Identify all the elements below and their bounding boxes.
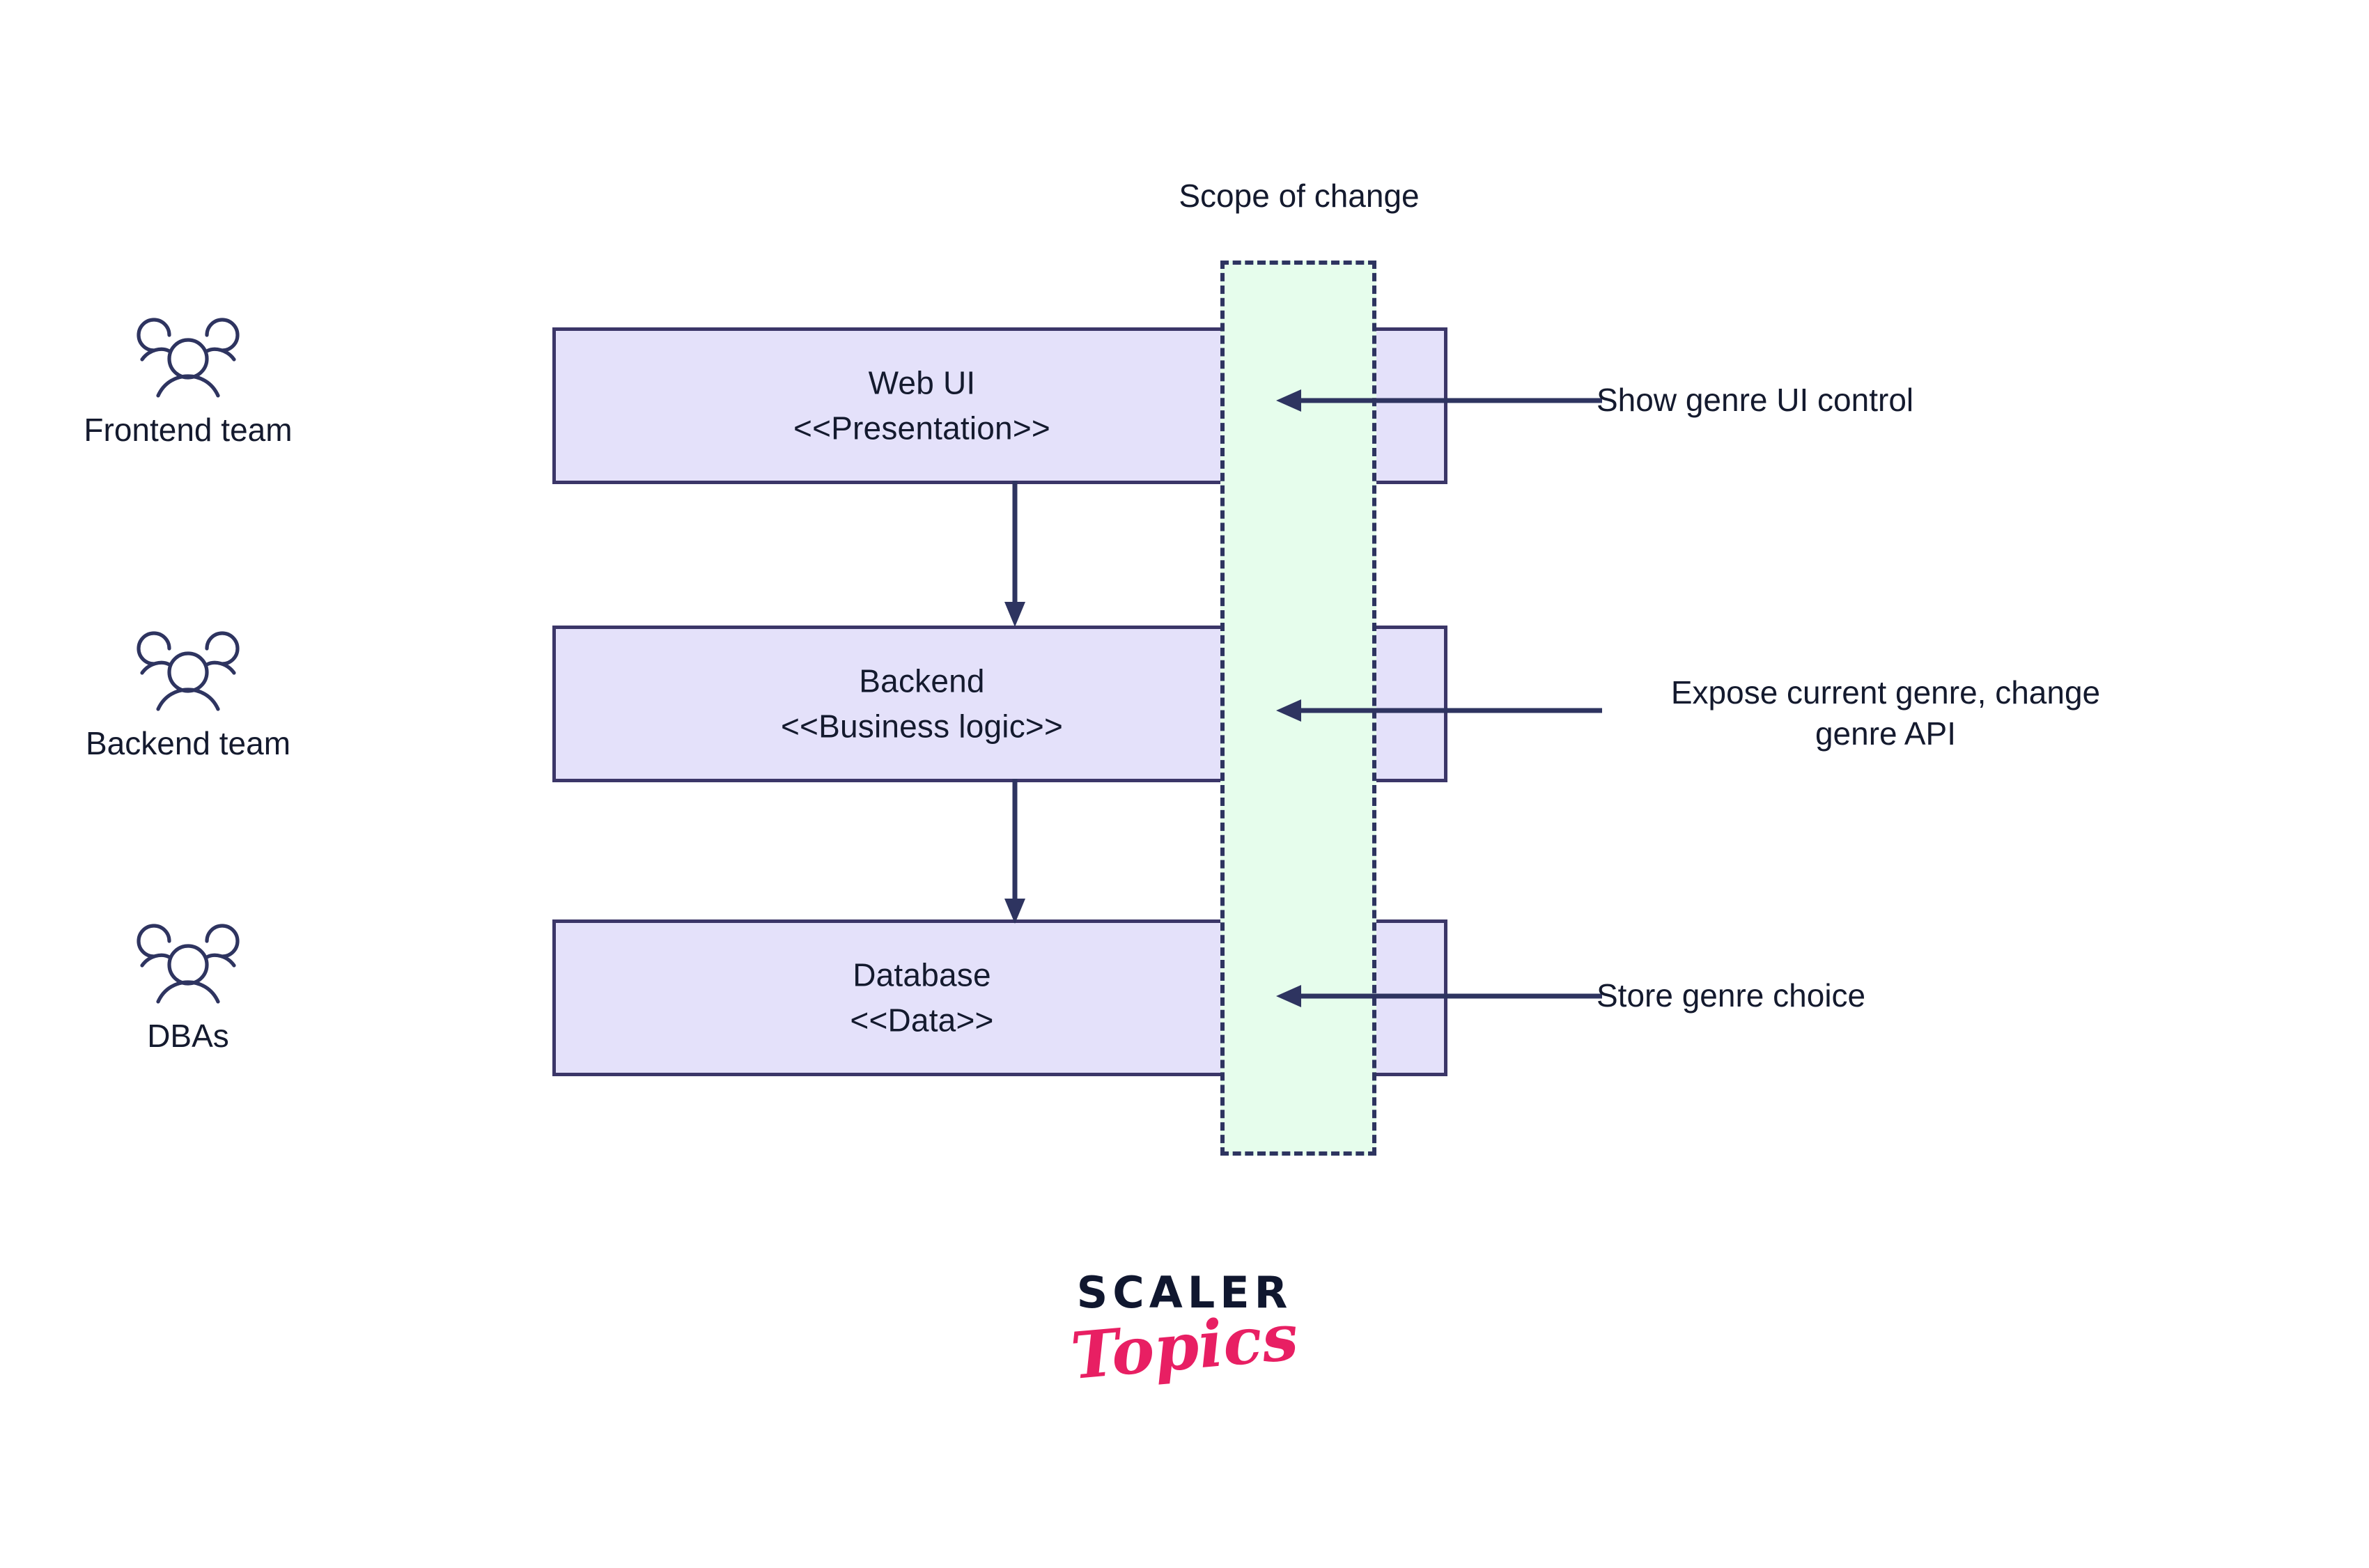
brand-topics-wordmark: Topics	[1068, 1298, 1301, 1395]
layer-name-database: Database	[853, 956, 991, 993]
scaler-topics-logo: SCALER Topics	[0, 1271, 2369, 1395]
annotation-arrow-web-ui	[1276, 389, 1602, 412]
people-group-icon	[137, 924, 240, 1004]
people-group-icon	[137, 318, 240, 398]
annotation-arrow-backend	[1276, 699, 1602, 722]
annotation-backend: Expose current genre, change genre API	[1597, 672, 2175, 754]
annotation-web-ui-line1: Show genre UI control	[1597, 382, 1914, 418]
annotation-arrow-database	[1276, 985, 1602, 1007]
annotation-backend-line1: Expose current genre, change	[1670, 674, 2101, 711]
people-group-icon	[137, 631, 240, 711]
annotation-database: Store genre choice	[1597, 975, 2028, 1016]
annotation-web-ui: Show genre UI control	[1597, 380, 2028, 421]
team-dbas: DBAs	[42, 918, 334, 1055]
layer-name-web-ui: Web UI	[868, 364, 976, 401]
team-label-frontend: Frontend team	[84, 412, 293, 448]
layer-name-backend: Backend	[859, 662, 985, 699]
team-backend: Backend team	[42, 626, 334, 762]
layer-stereotype-web-ui: <<Presentation>>	[793, 410, 1050, 447]
connector-backend-to-database	[1004, 779, 1025, 924]
connector-web-ui-to-backend	[1004, 481, 1025, 627]
team-label-dbas: DBAs	[147, 1018, 229, 1054]
team-label-backend: Backend team	[85, 725, 291, 761]
scope-of-change-label: Scope of change	[1179, 178, 1420, 214]
team-frontend: Frontend team	[42, 312, 334, 449]
annotation-backend-line2: genre API	[1815, 715, 1957, 752]
layer-stereotype-backend: <<Business logic>>	[780, 708, 1064, 745]
diagram-canvas: Scope of change Frontend team Web UI <<P…	[0, 0, 2369, 1568]
layer-stereotype-database: <<Data>>	[850, 1002, 994, 1039]
annotation-database-line1: Store genre choice	[1597, 977, 1866, 1014]
